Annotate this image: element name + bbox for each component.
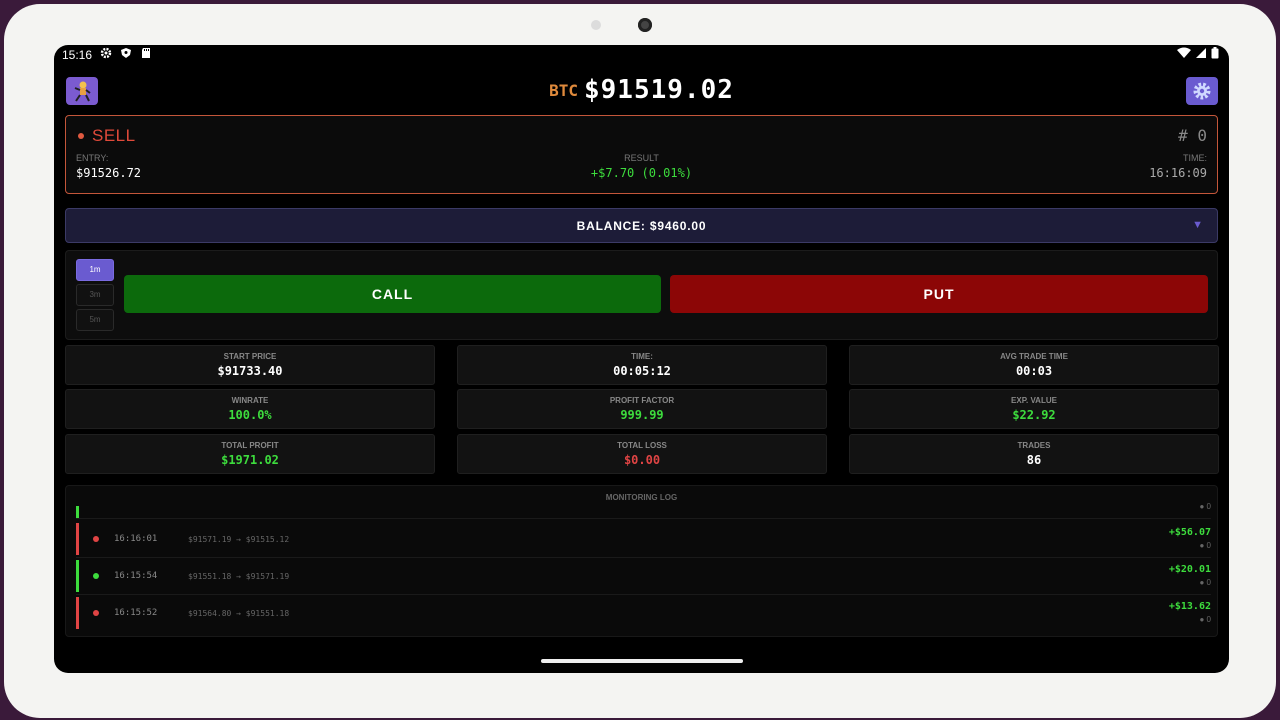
log-row: 16:16:01 $91571.19 → $91515.12 +$56.07 ●… [76, 521, 1211, 558]
stat-label: START PRICE [223, 352, 277, 361]
balance-dropdown[interactable]: BALANCE: $9460.00 ▼ [65, 208, 1218, 243]
app-screen: 15:16 BTC $91519.02 SELL # 0 ENTRY: $915… [54, 45, 1229, 673]
log-dot [93, 610, 99, 616]
gear-icon [100, 47, 112, 59]
put-button[interactable]: PUT [670, 275, 1208, 313]
stat-total-profit: TOTAL PROFIT $1971.02 [65, 434, 435, 474]
log-sub: ● 0 [1199, 502, 1211, 511]
status-time: 15:16 [62, 48, 93, 62]
sensor-dot [591, 20, 601, 30]
call-button[interactable]: CALL [124, 275, 661, 313]
wifi-icon [1177, 47, 1191, 58]
stat-total-loss: TOTAL LOSS $0.00 [457, 434, 827, 474]
result-label: RESULT [624, 153, 659, 163]
stat-start-price: START PRICE $91733.40 [65, 345, 435, 385]
stat-avg-trade-time: AVG TRADE TIME 00:03 [849, 345, 1219, 385]
log-time: 16:16:01 [114, 534, 158, 544]
time-label: TIME: [1183, 153, 1207, 163]
log-prices: $91564.80 → $91551.18 [188, 609, 290, 618]
log-side-bar [76, 560, 79, 592]
battery-icon [1211, 47, 1219, 59]
price-header: BTC $91519.02 [54, 75, 1229, 105]
current-price: $91519.02 [584, 75, 734, 105]
log-dot [93, 573, 99, 579]
log-side-bar [76, 506, 79, 518]
stat-value: $91733.40 [217, 364, 283, 378]
status-icons [100, 47, 152, 59]
monitoring-log[interactable]: MONITORING LOG ● 0 16:16:01 $91571.19 → … [65, 485, 1218, 637]
stat-value: 999.99 [620, 408, 664, 422]
timeframe-1m-button[interactable]: 1m [76, 259, 114, 281]
log-prices: $91571.19 → $91515.12 [188, 535, 290, 544]
signal-dot [78, 133, 84, 139]
dropdown-arrow-icon: ▼ [1192, 219, 1203, 231]
stat-value: 00:03 [1015, 364, 1053, 378]
log-sub: ● 0 [1199, 615, 1211, 624]
result-value: +$7.70 (0.01%) [590, 166, 693, 180]
settings-gear-icon [1193, 82, 1211, 100]
log-row: 16:15:52 $91564.80 → $91551.18 +$13.62 ●… [76, 595, 1211, 631]
signal-direction: SELL [92, 126, 136, 145]
stat-label: PROFIT FACTOR [609, 396, 675, 405]
trade-panel: 1m 3m 5m CALL PUT [65, 250, 1218, 340]
stat-value: $22.92 [1012, 408, 1056, 422]
shield-icon [121, 48, 131, 58]
signal-card: SELL # 0 ENTRY: $91526.72 RESULT +$7.70 … [65, 115, 1218, 194]
stat-trades: TRADES 86 [849, 434, 1219, 474]
log-side-bar [76, 523, 79, 555]
log-profit: +$20.01 [1168, 564, 1211, 575]
home-indicator[interactable] [541, 659, 743, 663]
time-value: 16:16:09 [1149, 166, 1207, 180]
log-time: 16:15:52 [114, 608, 158, 618]
stat-label: EXP. VALUE [1011, 396, 1057, 405]
timeframe-5m-button[interactable]: 5m [76, 309, 114, 331]
status-right-icons [1177, 47, 1219, 59]
stat-value: 100.0% [228, 408, 272, 422]
balance-text: BALANCE: $9460.00 [576, 219, 707, 233]
log-time: 16:15:54 [114, 571, 158, 581]
log-prices: $91551.18 → $91571.19 [188, 572, 290, 581]
stat-label: TOTAL PROFIT [221, 441, 279, 450]
camera-lens [638, 18, 652, 32]
signal-number: # 0 [1178, 126, 1207, 145]
stat-time: TIME: 00:05:12 [457, 345, 827, 385]
signal-icon [1196, 48, 1206, 58]
log-row-partial: ● 0 [76, 486, 1211, 519]
stat-profit-factor: PROFIT FACTOR 999.99 [457, 389, 827, 429]
stat-label: WINRATE [231, 396, 269, 405]
stat-label: TOTAL LOSS [617, 441, 667, 450]
stat-value: $1971.02 [221, 453, 279, 467]
sd-card-icon [142, 48, 150, 58]
stat-value: 00:05:12 [613, 364, 671, 378]
settings-button[interactable] [1186, 77, 1218, 105]
stat-winrate: WINRATE 100.0% [65, 389, 435, 429]
stat-exp-value: EXP. VALUE $22.92 [849, 389, 1219, 429]
stat-label: TRADES [1017, 441, 1051, 450]
asset-symbol: BTC [549, 80, 578, 100]
log-dot [93, 536, 99, 542]
stat-label: AVG TRADE TIME [1000, 352, 1068, 361]
stat-value: 86 [1026, 453, 1042, 467]
log-side-bar [76, 597, 79, 629]
stat-label: TIME: [631, 352, 653, 361]
log-profit: +$13.62 [1168, 601, 1211, 612]
timeframe-3m-button[interactable]: 3m [76, 284, 114, 306]
log-sub: ● 0 [1199, 578, 1211, 587]
log-sub: ● 0 [1199, 541, 1211, 550]
log-profit: +$56.07 [1168, 527, 1211, 538]
stat-value: $0.00 [623, 453, 661, 467]
log-row: 16:15:54 $91551.18 → $91571.19 +$20.01 ●… [76, 558, 1211, 595]
